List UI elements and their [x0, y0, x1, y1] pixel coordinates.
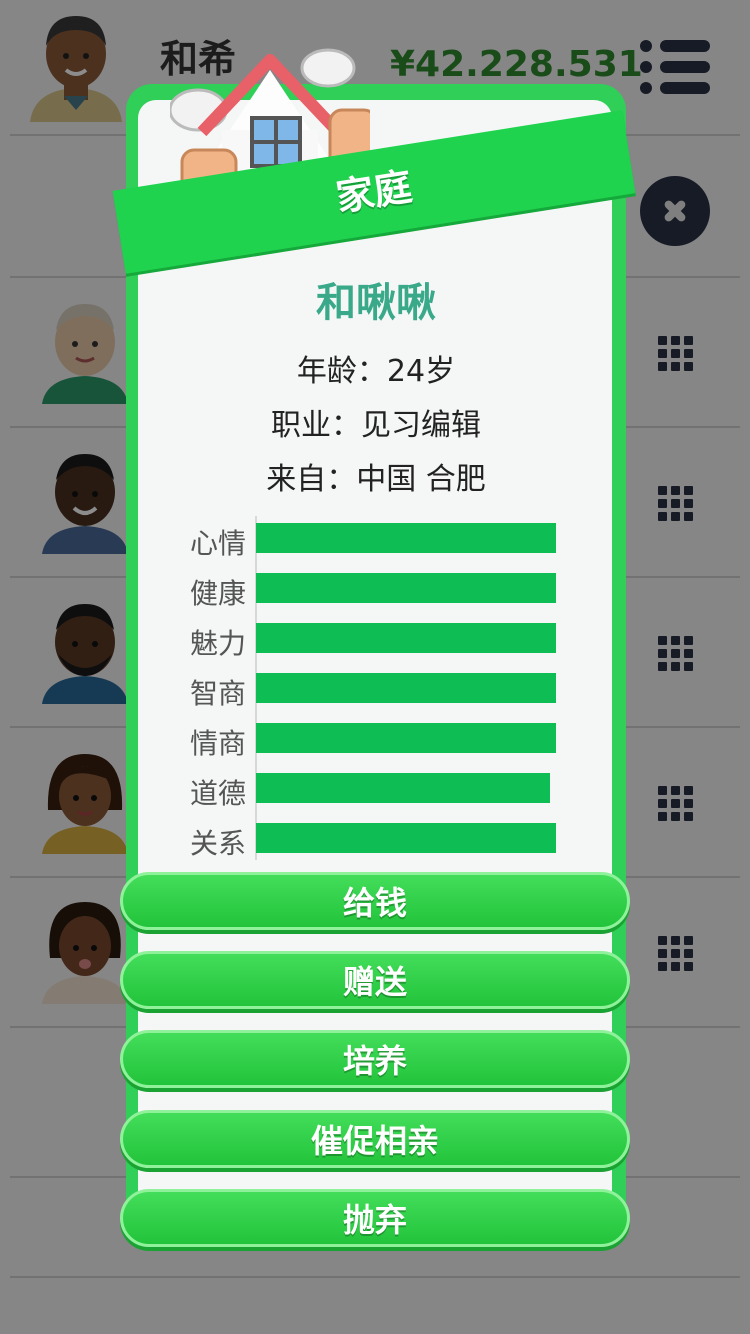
- urge-blind-date-button[interactable]: 催促相亲: [120, 1110, 630, 1168]
- stat-label-iq: 智商: [189, 677, 246, 710]
- stat-bar-charm: [256, 623, 556, 653]
- stat-fill: [256, 573, 556, 603]
- job-text: 职业：见习编辑: [271, 408, 481, 443]
- stat-label-mood: 心情: [189, 527, 246, 560]
- person-name: 和啾啾: [316, 280, 436, 326]
- age-text: 年龄：24岁: [296, 354, 456, 389]
- stat-bar-morality: [256, 773, 556, 803]
- gift-button[interactable]: 赠送: [120, 951, 630, 1009]
- stat-bar-health: [256, 573, 556, 603]
- stat-fill: [256, 773, 550, 803]
- nurture-button[interactable]: 培养: [120, 1030, 630, 1088]
- stat-fill: [256, 723, 556, 753]
- stat-label-charm: 魅力: [189, 627, 246, 660]
- from-text: 来自：中国 合肥: [266, 462, 486, 497]
- stat-bar-iq: [256, 673, 556, 703]
- give-money-button[interactable]: 给钱: [120, 872, 630, 930]
- stat-fill: [256, 623, 556, 653]
- stat-label-morality: 道德: [189, 777, 246, 810]
- stat-bar-relationship: [256, 823, 556, 853]
- stat-fill: [256, 523, 556, 553]
- stat-fill: [256, 823, 556, 853]
- stat-bar-mood: [256, 523, 556, 553]
- abandon-button[interactable]: 抛弃: [120, 1189, 630, 1247]
- stat-label-health: 健康: [189, 577, 246, 610]
- stat-label-eq: 情商: [189, 727, 246, 760]
- stat-label-relationship: 关系: [189, 827, 246, 860]
- stat-bar-eq: [256, 723, 556, 753]
- stat-fill: [256, 673, 556, 703]
